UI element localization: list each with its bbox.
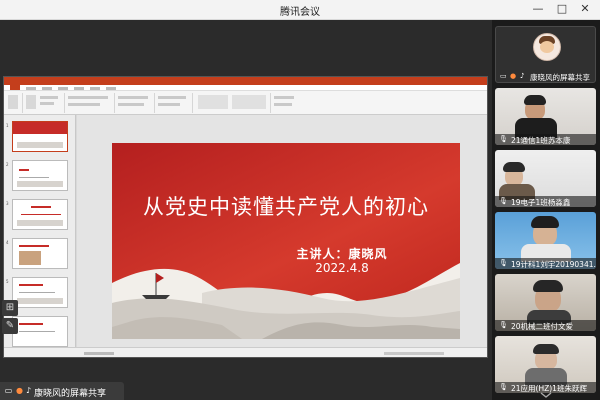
participant-tile[interactable]: 🎙 19计科1刘宇20190341... bbox=[495, 212, 596, 269]
share-toolbar-icon[interactable]: ⊞ bbox=[2, 300, 18, 316]
avatar bbox=[533, 33, 561, 61]
shared-screen: 1 2 3 4 5 6 bbox=[0, 20, 492, 400]
participant-tile[interactable]: ▭ ● ♪ 康晓风的屏幕共享 bbox=[495, 26, 596, 83]
ppt-tab bbox=[26, 86, 36, 90]
participant-panel: ▭ ● ♪ 康晓风的屏幕共享 🎙 21通信1班苏本康 🎙 19电子1班杨淼鑫 🎙… bbox=[492, 20, 600, 400]
current-slide: 从党史中读懂共产党人的初心 主讲人：康晓风 2022.4.8 bbox=[112, 143, 460, 339]
screen-share-icon: ▭ bbox=[500, 72, 507, 80]
meeting-window: 腾讯会议 — □ ✕ 1 2 3 4 5 从党史中读懂共产党人的初心 主讲人：康… bbox=[0, 0, 600, 400]
ppt-tab bbox=[58, 86, 68, 90]
participant-tile[interactable]: 🎙 19电子1班杨淼鑫 bbox=[495, 150, 596, 207]
mic-icon: ♪ bbox=[520, 72, 525, 80]
mic-muted-icon: 🎙 bbox=[499, 383, 508, 391]
slide-thumbnail[interactable]: 2 bbox=[6, 160, 68, 191]
slide-presenter: 主讲人：康晓风 bbox=[296, 247, 388, 261]
minimize-button[interactable]: — bbox=[531, 2, 545, 16]
slide-thumbnail[interactable]: 3 bbox=[6, 199, 68, 230]
user-icon: ● bbox=[16, 386, 23, 395]
participant-tile[interactable]: 🎙 20机械二班付文爱 bbox=[495, 274, 596, 331]
screen-share-icon: ▭ bbox=[4, 386, 13, 395]
user-icon: ● bbox=[510, 72, 517, 80]
participant-tile[interactable]: 🎙 21通信1班苏本康 bbox=[495, 88, 596, 145]
participant-name: 19计科1刘宇20190341... bbox=[511, 260, 596, 269]
ppt-tab bbox=[74, 86, 84, 90]
slide-date: 2022.4.8 bbox=[315, 261, 369, 275]
share-status-text: 康晓风的屏幕共享 bbox=[34, 389, 107, 399]
ppt-file-tab bbox=[10, 85, 20, 90]
slide-heading: 从党史中读懂共产党人的初心 bbox=[143, 195, 429, 219]
window-title: 腾讯会议 bbox=[280, 7, 320, 18]
mic-muted-icon: 🎙 bbox=[499, 321, 508, 329]
ppt-tab bbox=[106, 86, 116, 90]
participant-tile[interactable]: 🎙 21应用(HZ)1班朱跃辉 bbox=[495, 336, 596, 393]
title-bar: 腾讯会议 — □ ✕ bbox=[0, 0, 600, 20]
slide-editing-area: 从党史中读懂共产党人的初心 主讲人：康晓风 2022.4.8 bbox=[77, 115, 487, 347]
powerpoint-window: 1 2 3 4 5 6 bbox=[3, 76, 488, 358]
share-status-label: ▭ ● ♪ 康晓风的屏幕共享 bbox=[0, 382, 124, 400]
participant-name: 19电子1班杨淼鑫 bbox=[511, 198, 571, 207]
participant-name: 20机械二班付文爱 bbox=[511, 322, 574, 331]
ppt-status-bar bbox=[4, 347, 487, 357]
slide-thumbnail[interactable]: 6 bbox=[6, 316, 68, 347]
slide-thumbnail[interactable]: 1 bbox=[6, 121, 68, 152]
mic-muted-icon: 🎙 bbox=[499, 135, 508, 143]
mic-muted-icon: 🎙 bbox=[499, 197, 508, 205]
participant-name: 康晓风的屏幕共享 bbox=[530, 73, 590, 82]
ppt-tab bbox=[42, 86, 52, 90]
ppt-ribbon bbox=[4, 91, 487, 115]
slide-background-art bbox=[112, 143, 460, 339]
close-button[interactable]: ✕ bbox=[578, 2, 592, 16]
maximize-button[interactable]: □ bbox=[555, 2, 569, 16]
mic-muted-icon: 🎙 bbox=[499, 259, 508, 267]
annotate-icon[interactable]: ✎ bbox=[2, 318, 18, 334]
participant-name: 21通信1班苏本康 bbox=[511, 136, 571, 145]
slide-thumbnail[interactable]: 5 bbox=[6, 277, 68, 308]
ppt-title-bar bbox=[4, 77, 487, 85]
ppt-tab bbox=[90, 86, 100, 90]
slide-thumbnail[interactable]: 4 bbox=[6, 238, 68, 269]
chevron-down-icon[interactable] bbox=[540, 392, 552, 398]
mic-icon: ♪ bbox=[25, 386, 32, 395]
